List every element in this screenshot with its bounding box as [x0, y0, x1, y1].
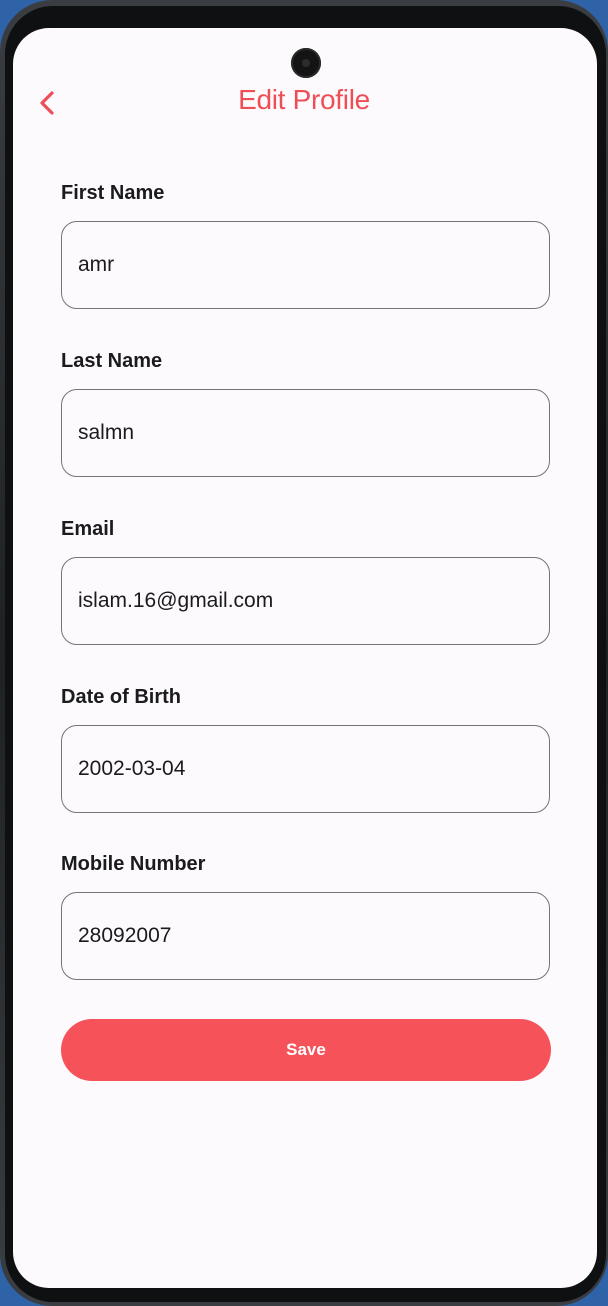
- date-of-birth-input[interactable]: [61, 725, 550, 813]
- mobile-number-input[interactable]: [61, 892, 550, 980]
- first-name-input[interactable]: [61, 221, 550, 309]
- app-screen: [13, 28, 597, 1288]
- save-button[interactable]: Save: [61, 1019, 551, 1081]
- last-name-label: Last Name: [61, 350, 163, 372]
- first-name-label: First Name: [61, 182, 165, 204]
- mobile-number-label: Mobile Number: [61, 853, 206, 875]
- email-label: Email: [61, 518, 115, 540]
- email-input[interactable]: [61, 557, 550, 645]
- front-camera-icon: [291, 48, 321, 78]
- date-of-birth-label: Date of Birth: [61, 686, 181, 708]
- page-title: Edit Profile: [238, 84, 370, 115]
- last-name-input[interactable]: [61, 389, 550, 477]
